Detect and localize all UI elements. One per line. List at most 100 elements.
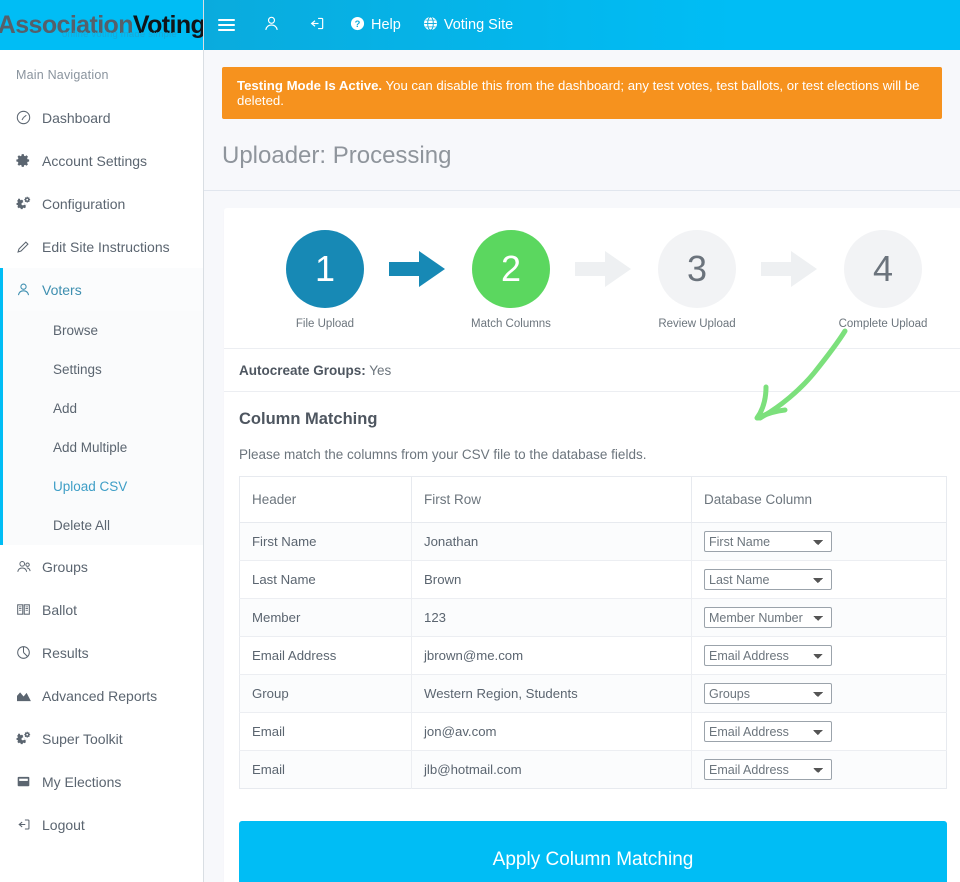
profile-button[interactable] (249, 0, 294, 50)
sidebar-item-super-toolkit[interactable]: Super Toolkit (0, 717, 203, 760)
sidebar-item-label: Advanced Reports (42, 687, 158, 704)
question-circle-icon: ? (350, 16, 365, 35)
database-column-select[interactable]: First NameLast NameMember NumberEmail Ad… (704, 607, 832, 628)
cell-first-row: jlb@hotmail.com (411, 750, 692, 789)
database-column-select[interactable]: First NameLast NameMember NumberEmail Ad… (704, 683, 832, 704)
sidebar-subitem-delete-all[interactable]: Delete All (3, 506, 203, 545)
cell-first-row: Jonathan (411, 522, 692, 561)
autocreate-groups-value: Yes (365, 363, 392, 378)
sidebar-item-ballot[interactable]: Ballot (0, 588, 203, 631)
cell-database-column: First NameLast NameMember NumberEmail Ad… (691, 598, 947, 637)
cell-first-row: Western Region, Students (411, 674, 692, 713)
sidebar-item-logout[interactable]: Logout (0, 803, 203, 846)
signout-button[interactable] (294, 0, 339, 50)
wizard-arrow-3 (751, 230, 829, 308)
sidebar-subitem-add-multiple[interactable]: Add Multiple (3, 428, 203, 467)
cell-first-row: jbrown@me.com (411, 636, 692, 675)
gears-icon (16, 196, 42, 211)
sidebar-item-label: Logout (42, 816, 85, 833)
testing-mode-alert: Testing Mode Is Active. You can disable … (222, 67, 942, 119)
users-icon (16, 559, 42, 574)
uploader-card: 1 File Upload 2 Match Columns 3 Review U… (224, 208, 960, 882)
cell-database-column: First NameLast NameMember NumberEmail Ad… (692, 751, 947, 789)
column-header-first-row: First Row (411, 476, 692, 523)
help-label: Help (371, 17, 401, 33)
voting-site-button[interactable]: Voting Site (412, 0, 524, 50)
app-root: AssociationVoting online voting made sim… (0, 0, 960, 882)
sidebar-subitem-upload-csv[interactable]: Upload CSV (3, 467, 203, 506)
pencil-icon (16, 239, 42, 254)
cell-header: Member (239, 598, 412, 637)
help-button[interactable]: ? Help (339, 0, 412, 50)
sidebar-item-label: Account Settings (42, 152, 148, 169)
column-header-header: Header (239, 476, 412, 523)
wizard-step-2-circle: 2 (472, 230, 550, 308)
sign-out-icon (308, 15, 325, 36)
table-row: First Name Jonathan First NameLast NameM… (239, 522, 947, 561)
database-column-select[interactable]: First NameLast NameMember NumberEmail Ad… (704, 531, 832, 552)
table-header-row: Header First Row Database Column (239, 476, 947, 523)
autocreate-groups-row: Autocreate Groups: Yes (224, 348, 960, 391)
apply-column-matching-button[interactable]: Apply Column Matching (239, 821, 947, 882)
sidebar-item-label: My Elections (42, 773, 122, 790)
book-icon (16, 602, 42, 617)
sidebar-item-my-elections[interactable]: My Elections (0, 760, 203, 803)
sidebar-item-results[interactable]: Results (0, 631, 203, 674)
globe-icon (423, 15, 438, 35)
wizard-step-2[interactable]: 2 Match Columns (457, 230, 565, 330)
brand-logo[interactable]: AssociationVoting online voting made sim… (0, 0, 203, 50)
user-icon (16, 282, 42, 297)
brand-tagline: online voting made simple (62, 29, 177, 40)
title-divider (204, 190, 960, 191)
cell-header: Last Name (239, 560, 412, 599)
cell-header: Email (239, 750, 412, 789)
table-row: Email jlb@hotmail.com First NameLast Nam… (239, 750, 947, 789)
database-column-select[interactable]: First NameLast NameMember NumberEmail Ad… (704, 645, 832, 666)
sidebar-submenu-voters: Browse Settings Add Add Multiple Upload … (0, 311, 203, 545)
cell-database-column: First NameLast NameMember NumberEmail Ad… (691, 674, 947, 713)
sidebar-item-voters[interactable]: Voters (0, 268, 203, 311)
table-row: Last Name Brown First NameLast NameMembe… (239, 560, 947, 599)
database-column-select[interactable]: First NameLast NameMember NumberEmail Ad… (704, 721, 832, 742)
sidebar-item-account-settings[interactable]: Account Settings (0, 139, 203, 182)
column-matching-table: Header First Row Database Column First N… (239, 476, 947, 789)
wizard-step-2-label: Match Columns (471, 318, 551, 330)
cell-header: First Name (239, 522, 412, 561)
table-row: Member 123 First NameLast NameMember Num… (239, 598, 947, 637)
sidebar-toggle-button[interactable] (204, 0, 249, 50)
sidebar: AssociationVoting online voting made sim… (0, 0, 204, 882)
wizard-step-1[interactable]: 1 File Upload (271, 230, 379, 330)
database-column-select[interactable]: First NameLast NameMember NumberEmail Ad… (704, 569, 832, 590)
sidebar-subitem-settings[interactable]: Settings (3, 350, 203, 389)
wizard-steps: 1 File Upload 2 Match Columns 3 Review U… (224, 208, 960, 330)
wizard-arrow-2 (565, 230, 643, 308)
wizard-step-4[interactable]: 4 Complete Upload (829, 230, 937, 330)
sidebar-item-dashboard[interactable]: Dashboard (0, 96, 203, 139)
wizard-step-3-circle: 3 (658, 230, 736, 308)
sidebar-subitem-browse[interactable]: Browse (3, 311, 203, 350)
sidebar-item-label: Configuration (42, 195, 126, 212)
pie-chart-icon (16, 645, 42, 660)
alert-strong-text: Testing Mode Is Active. (237, 78, 383, 93)
database-column-select[interactable]: First NameLast NameMember NumberEmail Ad… (704, 759, 832, 780)
wizard-step-3[interactable]: 3 Review Upload (643, 230, 751, 330)
cell-header: Email (239, 712, 412, 751)
sidebar-item-advanced-reports[interactable]: Advanced Reports (0, 674, 203, 717)
sidebar-item-edit-site-instructions[interactable]: Edit Site Instructions (0, 225, 203, 268)
wizard-step-1-circle: 1 (286, 230, 364, 308)
table-head: Header First Row Database Column (239, 476, 947, 523)
voting-site-label: Voting Site (443, 17, 514, 33)
table-body: First Name Jonathan First NameLast NameM… (239, 522, 947, 789)
cell-header: Email Address (239, 636, 412, 675)
cell-database-column: First NameLast NameMember NumberEmail Ad… (691, 712, 947, 751)
page-title: Uploader: Processing (222, 142, 452, 169)
sidebar-item-label: Edit Site Instructions (42, 238, 170, 255)
sidebar-item-groups[interactable]: Groups (0, 545, 203, 588)
wizard-step-3-label: Review Upload (658, 318, 736, 330)
sidebar-subitem-add[interactable]: Add (3, 389, 203, 428)
cell-first-row: 123 (411, 598, 692, 637)
sidebar-item-label: Voters (42, 281, 82, 298)
sidebar-item-label: Results (42, 644, 89, 661)
sidebar-item-configuration[interactable]: Configuration (0, 182, 203, 225)
archive-icon (16, 774, 42, 789)
